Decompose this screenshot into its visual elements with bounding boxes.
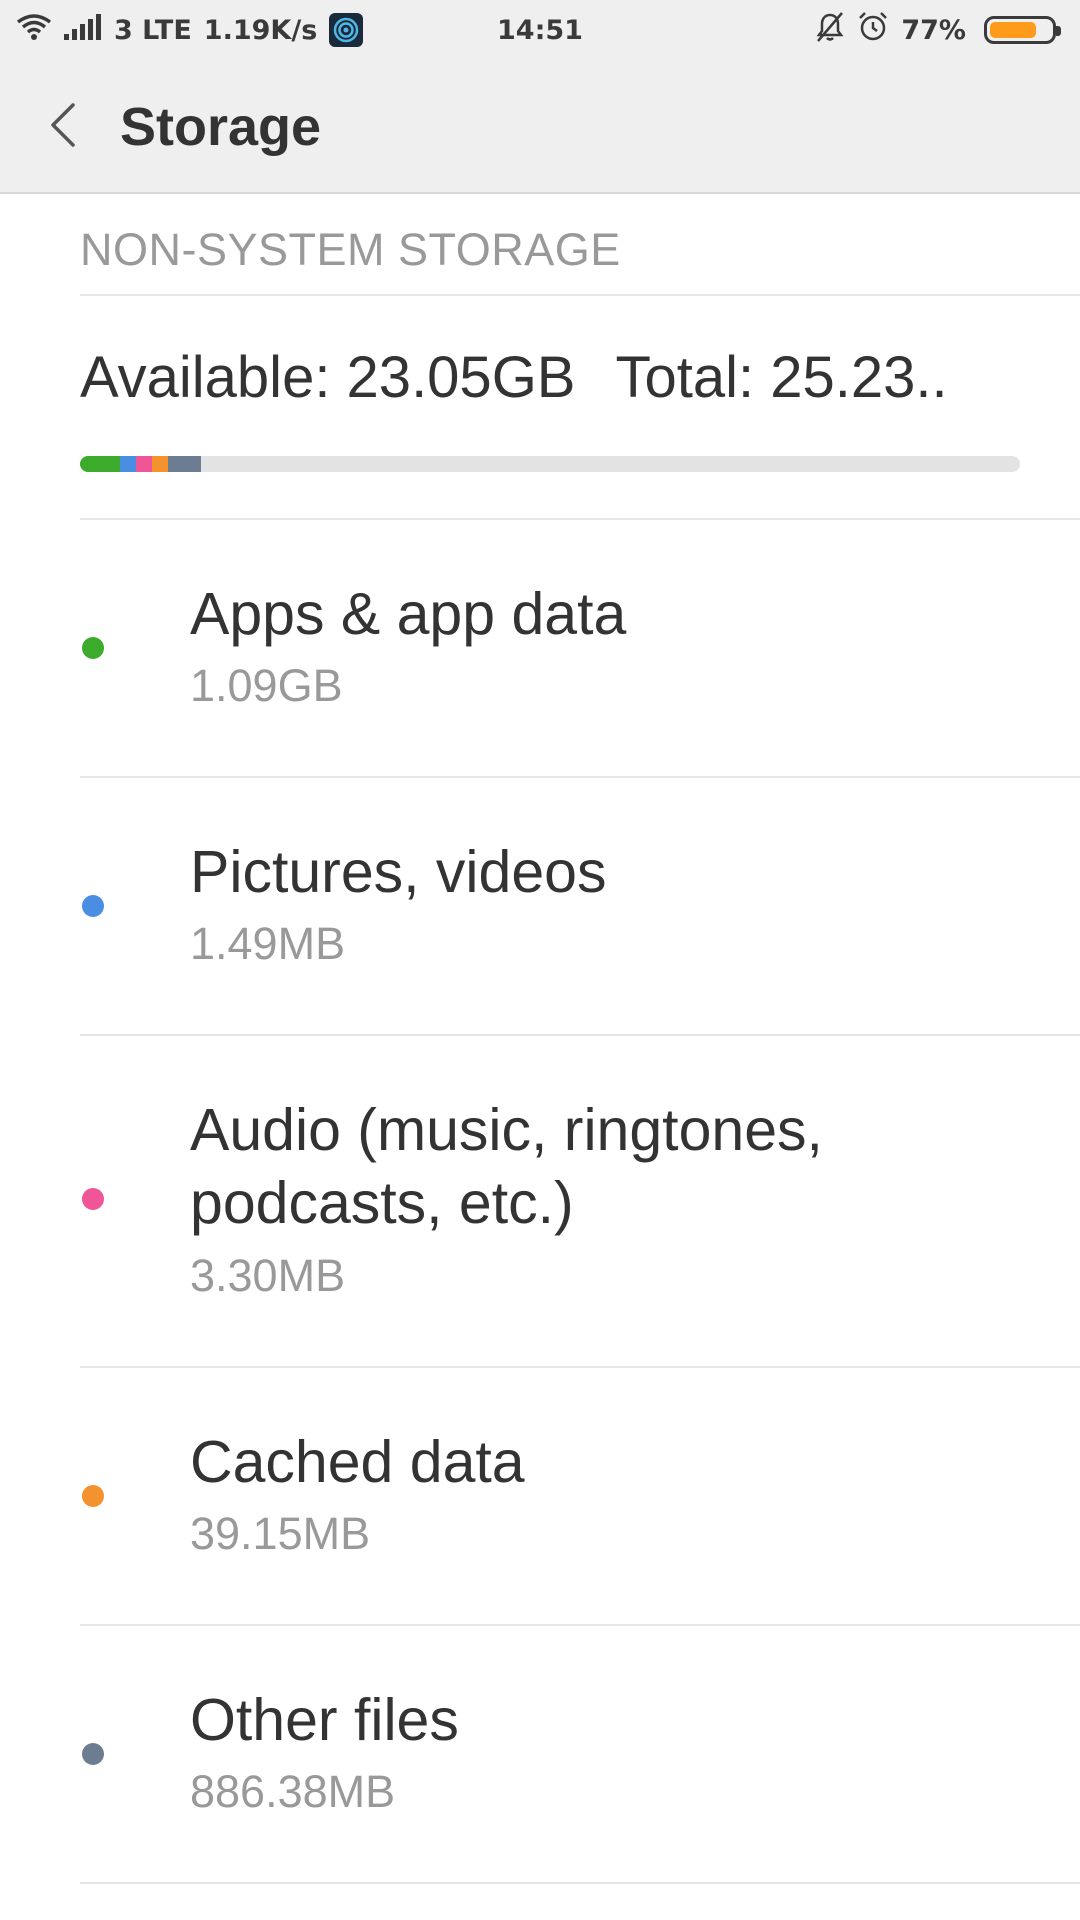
divider bbox=[80, 1882, 1080, 1884]
category-label-line2: podcasts, etc.) bbox=[190, 1170, 574, 1236]
category-size: 3.30MB bbox=[190, 1250, 346, 1301]
category-cached[interactable]: Cached data 39.15MB bbox=[0, 1368, 1080, 1624]
total-storage: Total: 25.23.. bbox=[615, 345, 948, 410]
title-bar: Storage bbox=[0, 60, 1080, 194]
storage-bar-segment-cached bbox=[152, 456, 169, 472]
available-storage: Available: 23.05GB bbox=[80, 345, 576, 410]
apps-color-dot bbox=[82, 637, 104, 659]
storage-bar-segment-audio bbox=[136, 456, 153, 472]
storage-bar-segment-apps bbox=[80, 456, 121, 472]
cached-color-dot bbox=[82, 1485, 104, 1507]
battery-percent: 77% bbox=[901, 14, 966, 46]
storage-content: NON-SYSTEM STORAGE Available: 23.05GB Tot… bbox=[0, 194, 1080, 1920]
category-size: 1.09GB bbox=[190, 660, 343, 711]
category-label-line1: Audio (music, ringtones, bbox=[190, 1097, 823, 1163]
storage-bar-segment-other bbox=[168, 456, 202, 472]
battery-level-fill bbox=[990, 22, 1037, 38]
divider bbox=[80, 294, 1080, 296]
section-header: NON-SYSTEM STORAGE bbox=[80, 224, 621, 275]
category-apps[interactable]: Apps & app data 1.09GB bbox=[0, 520, 1080, 776]
category-audio[interactable]: Audio (music, ringtones, podcasts, etc.)… bbox=[0, 1036, 1080, 1366]
category-size: 1.49MB bbox=[190, 918, 346, 969]
category-pictures[interactable]: Pictures, videos 1.49MB bbox=[0, 778, 1080, 1034]
category-size: 886.38MB bbox=[190, 1766, 396, 1817]
status-bar: 3 LTE 1.19K/s 14:51 77% bbox=[0, 0, 1080, 60]
audio-color-dot bbox=[82, 1188, 104, 1210]
storage-bar-segment-pictures bbox=[120, 456, 137, 472]
battery-icon bbox=[984, 16, 1061, 44]
chevron-left-icon bbox=[47, 101, 77, 154]
mute-icon bbox=[815, 11, 845, 50]
category-other-files[interactable]: Other files 886.38MB bbox=[0, 1626, 1080, 1882]
back-button[interactable] bbox=[40, 98, 84, 156]
category-label: Other files bbox=[190, 1687, 459, 1753]
alarm-icon bbox=[857, 11, 889, 50]
category-size: 39.15MB bbox=[190, 1508, 371, 1559]
category-label: Apps & app data bbox=[190, 581, 627, 647]
category-label: Pictures, videos bbox=[190, 839, 607, 905]
storage-summary: Available: 23.05GB Total: 25.23.. bbox=[80, 344, 1020, 411]
status-right: 77% bbox=[815, 11, 1064, 50]
storage-usage-bar bbox=[80, 456, 1020, 472]
category-label: Cached data bbox=[190, 1429, 525, 1495]
pictures-color-dot bbox=[82, 895, 104, 917]
other-files-color-dot bbox=[82, 1743, 104, 1765]
page-title: Storage bbox=[120, 97, 322, 157]
